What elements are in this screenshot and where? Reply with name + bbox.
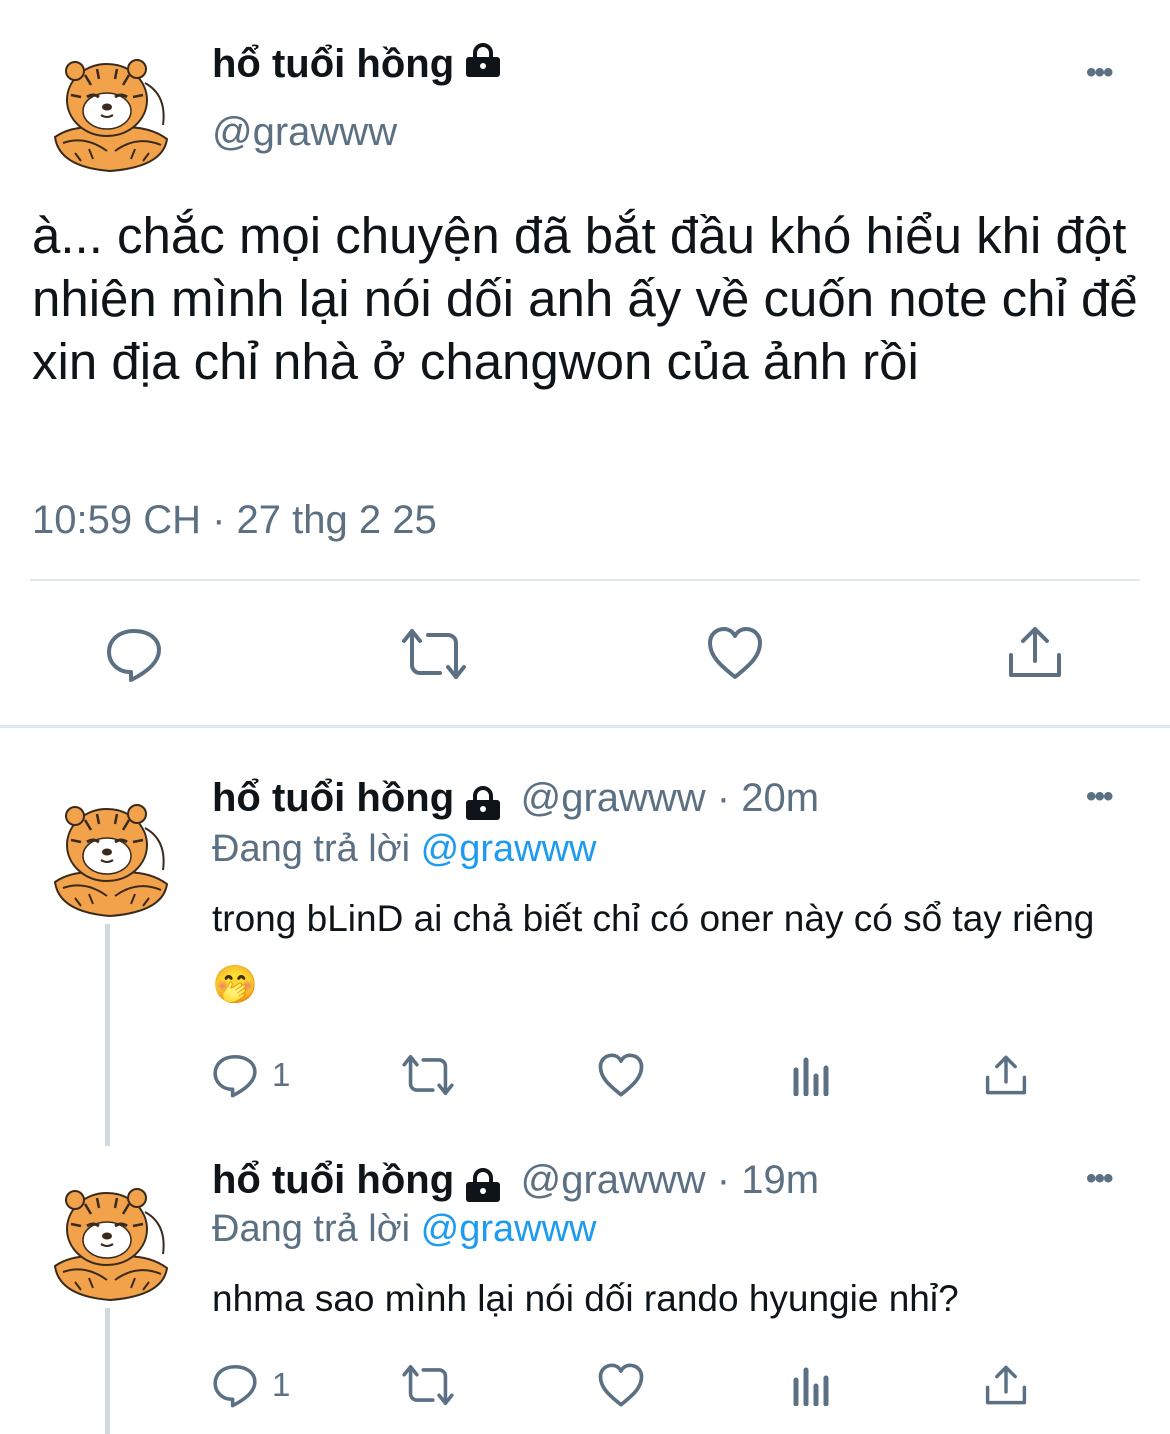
thread-line xyxy=(105,924,110,1146)
reply-header: hổ tuổi hồng @grawww · 20m xyxy=(212,776,819,827)
share-button[interactable] xyxy=(1005,623,1065,681)
like-button[interactable] xyxy=(597,1362,645,1408)
heart-icon xyxy=(598,1363,644,1407)
share-icon xyxy=(985,1055,1027,1095)
more-options-button[interactable]: ••• xyxy=(1086,1162,1113,1196)
tweet-text: à... chắc mọi chuyện đã bắt đầu khó hiểu… xyxy=(32,207,1138,390)
mention-link[interactable]: @grawww xyxy=(421,1208,597,1250)
lock-icon xyxy=(464,786,502,827)
lock-icon xyxy=(464,43,502,89)
share-icon xyxy=(1009,627,1061,677)
reply-button[interactable]: 1 xyxy=(212,1052,290,1098)
handle-and-time[interactable]: @grawww · 19m xyxy=(521,1158,819,1202)
avatar[interactable] xyxy=(45,45,175,175)
divider xyxy=(30,579,1140,581)
reply-icon xyxy=(213,1054,257,1098)
lock-icon xyxy=(464,1168,502,1209)
mention-link[interactable]: @grawww xyxy=(421,828,597,870)
replying-to: Đang trả lời @grawww xyxy=(212,1208,597,1251)
display-name-text: hổ tuổi hồng xyxy=(212,42,455,86)
like-button[interactable] xyxy=(597,1052,645,1098)
views-button[interactable] xyxy=(792,1056,834,1096)
tweet-text: trong bLinD ai chả biết chỉ có oner này … xyxy=(212,898,1095,1005)
reply-icon xyxy=(213,1364,257,1408)
handle-and-time[interactable]: @grawww · 20m xyxy=(521,776,819,820)
display-name[interactable]: hổ tuổi hồng xyxy=(212,42,502,89)
avatar[interactable] xyxy=(45,1174,175,1304)
reply-button[interactable]: 1 xyxy=(212,1362,290,1408)
reply-tweet: hổ tuổi hồng @grawww · 19m ••• Đang trả … xyxy=(0,1146,1170,1434)
tweet-text: nhma sao mình lại nói dối rando hyungie … xyxy=(212,1278,959,1319)
heart-icon xyxy=(708,627,762,679)
views-button[interactable] xyxy=(792,1366,834,1406)
replying-prefix: Đang trả lời xyxy=(212,828,411,870)
retweet-button[interactable] xyxy=(400,1362,456,1408)
share-button[interactable] xyxy=(983,1362,1029,1408)
reply-count: 1 xyxy=(272,1366,291,1403)
replying-prefix: Đang trả lời xyxy=(212,1208,411,1250)
more-options-button[interactable]: ••• xyxy=(1086,780,1113,814)
share-button[interactable] xyxy=(983,1052,1029,1098)
retweet-icon xyxy=(402,1054,454,1096)
avatar[interactable] xyxy=(45,790,175,920)
reply-tweet: hổ tuổi hồng @grawww · 20m ••• Đang trả … xyxy=(0,728,1170,1146)
retweet-icon xyxy=(402,1364,454,1406)
display-name[interactable]: hổ tuổi hồng xyxy=(212,776,454,820)
reply-button[interactable] xyxy=(105,625,163,683)
like-button[interactable] xyxy=(706,625,764,681)
timestamp[interactable]: 10:59 CH · 27 thg 2 25 xyxy=(32,498,437,543)
more-options-button[interactable]: ••• xyxy=(1086,56,1113,90)
reply-count: 1 xyxy=(272,1056,291,1093)
handle[interactable]: @grawww xyxy=(212,110,397,155)
replying-to: Đang trả lời @grawww xyxy=(212,828,597,871)
thread-line xyxy=(105,1308,110,1434)
analytics-icon xyxy=(793,1367,829,1406)
reply-header: hổ tuổi hồng @grawww · 19m xyxy=(212,1158,819,1209)
retweet-button[interactable] xyxy=(400,1052,456,1098)
display-name[interactable]: hổ tuổi hồng xyxy=(212,1158,454,1202)
share-icon xyxy=(985,1365,1027,1405)
heart-icon xyxy=(598,1053,644,1097)
retweet-icon xyxy=(402,629,466,679)
main-tweet: hổ tuổi hồng @grawww ••• à... chắc mọi c… xyxy=(0,0,1170,725)
analytics-icon xyxy=(793,1057,829,1096)
retweet-button[interactable] xyxy=(400,625,468,683)
reply-icon xyxy=(107,629,161,682)
